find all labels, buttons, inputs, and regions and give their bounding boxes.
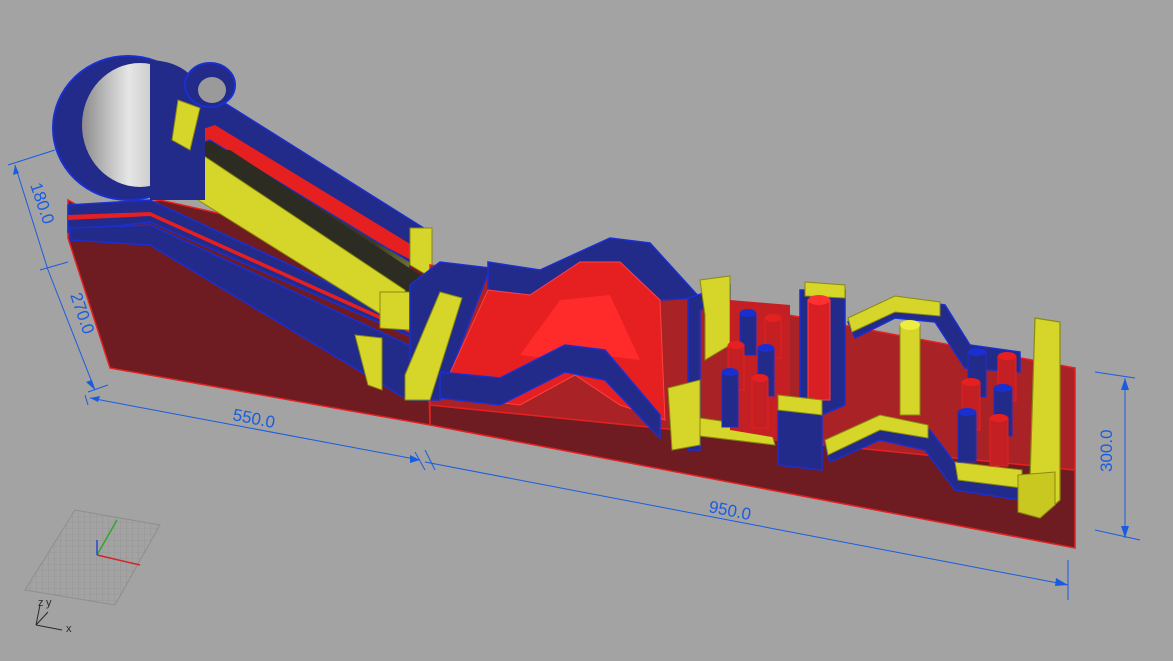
inflatable-obstacle-model[interactable] bbox=[52, 55, 1076, 549]
axis-gizmo: z y x bbox=[24, 509, 161, 635]
dim-length-right: 950.0 bbox=[707, 497, 752, 524]
axis-label-y: y bbox=[46, 597, 52, 609]
axis-label-z: z bbox=[38, 597, 44, 609]
center-red-tube bbox=[807, 295, 831, 401]
pillar-zone-yellow-left bbox=[699, 275, 731, 361]
center-block-yellow-top bbox=[804, 281, 846, 299]
yellow-tube bbox=[899, 320, 921, 416]
axis-label-x: x bbox=[66, 623, 72, 635]
dim-height-top: 180.0 bbox=[26, 180, 58, 226]
viewport-3d[interactable]: 180.0 270.0 550.0 950.0 300.0 z y x bbox=[0, 0, 1173, 661]
pillar-zone-yellow-left-low bbox=[667, 379, 701, 451]
dim-length-left: 550.0 bbox=[231, 405, 276, 432]
slide-yellow-cap-mid bbox=[379, 291, 411, 331]
grid-plane bbox=[24, 509, 161, 606]
dim-width: 300.0 bbox=[1097, 429, 1116, 472]
